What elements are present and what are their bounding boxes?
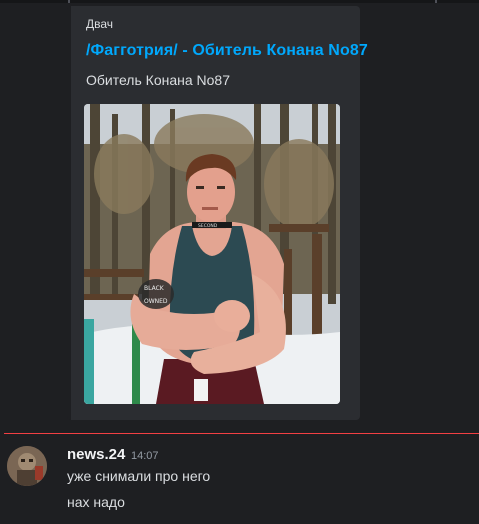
tattoo-text-1: BLACK [144,285,165,292]
embed-description: Обитель Конана No87 [86,72,230,88]
top-strip [0,0,479,3]
tattoo-text-2: OWNED [144,298,168,305]
embed-title-link[interactable]: /Фагготрия/ - Обитель Конана No87 [86,42,368,60]
message-text-line: нах надо [67,494,125,510]
message-text-line: уже снимали про него [67,468,211,484]
username[interactable]: news.24 [67,446,125,463]
strip-mark [435,0,437,3]
link-embed: Двач /Фагготрия/ - Обитель Конана No87 О… [67,6,368,420]
message-timestamp[interactable]: 14:07 [131,450,159,462]
avatar-image [7,446,47,486]
new-messages-divider [4,433,479,434]
strip-mark [68,0,70,3]
embed-provider[interactable]: Двач [86,17,113,31]
embed-image[interactable]: BLACK OWNED SECOND [84,104,340,404]
user-avatar[interactable] [7,446,47,486]
embed-photo: BLACK OWNED SECOND [84,104,340,404]
collar-text: SECOND [198,223,218,229]
